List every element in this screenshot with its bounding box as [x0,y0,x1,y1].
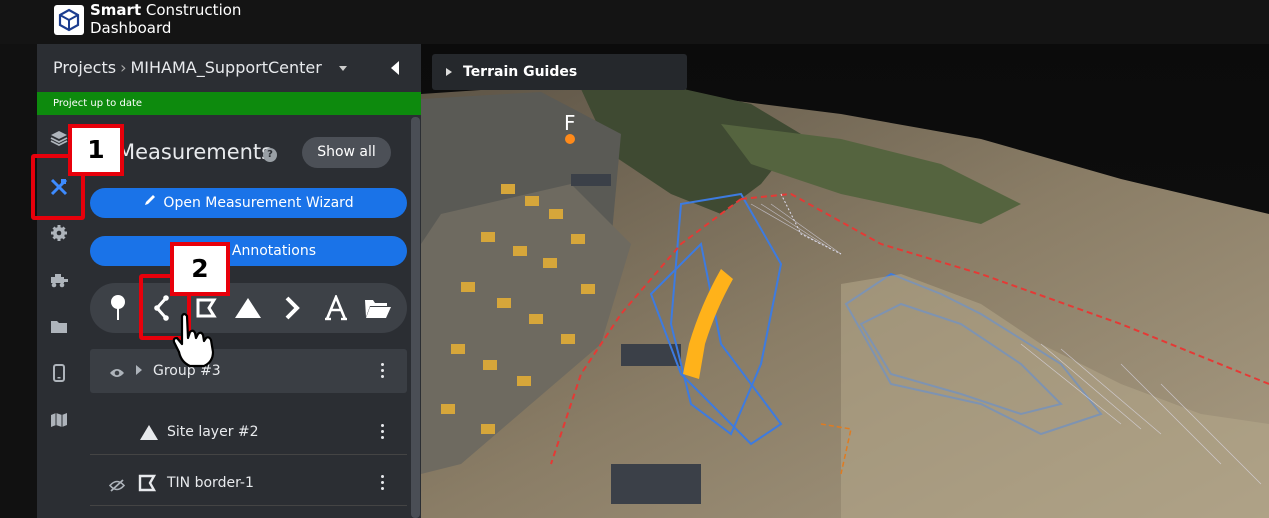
chevron-arrow-icon[interactable] [272,283,312,333]
gear-icon[interactable] [37,216,81,250]
list-item-site-layer[interactable]: Site layer #2 [90,410,407,455]
measurement-toolbar [90,283,407,333]
tin-border-icon [137,474,157,496]
measurements-title: Measurements [117,140,273,164]
expand-caret-icon[interactable] [136,365,142,375]
mobile-icon[interactable] [37,356,81,390]
pointer-hand-icon [170,312,222,372]
folder-open-icon[interactable] [358,283,398,333]
visibility-off-icon[interactable] [108,477,126,496]
callout-step-2: 2 [170,242,230,296]
project-dropdown-icon[interactable] [339,66,347,71]
machine-icon[interactable] [37,263,81,297]
status-bar: Project up to date [37,92,421,115]
breadcrumb-separator: › [120,58,127,77]
brand-name: Smart Construction [90,1,242,19]
show-all-button[interactable]: Show all [302,137,391,168]
triangle-surface-icon [139,424,159,445]
terrain-guides-label: Terrain Guides [463,64,578,80]
open-measurement-wizard-button[interactable]: Open Measurement Wizard [90,188,407,218]
point-cloud-viewport[interactable]: F [421,44,1269,518]
breadcrumb: Projects › MIHAMA_SupportCenter [53,58,322,77]
breadcrumb-root[interactable]: Projects [53,58,116,77]
point-cloud-scene: F [421,44,1269,518]
breadcrumb-project[interactable]: MIHAMA_SupportCenter [130,58,321,77]
list-item-label: TIN border-1 [167,475,254,491]
kebab-menu-icon[interactable] [381,475,385,491]
triangle-surface-icon[interactable] [228,283,268,333]
kebab-menu-icon[interactable] [381,424,385,440]
callout-step-1: 1 [68,124,124,176]
visibility-eye-icon[interactable] [109,364,125,383]
help-icon[interactable]: ? [263,148,277,162]
text-icon[interactable] [316,283,356,333]
kebab-menu-icon[interactable] [381,363,385,379]
pencil-icon [143,188,157,218]
list-item-group[interactable]: Group #3 [90,349,407,393]
collapse-panel-icon[interactable] [391,61,399,75]
logo-icon [54,5,84,35]
expand-caret-icon [446,68,452,76]
map-icon[interactable] [37,403,81,437]
wizard-label: Open Measurement Wizard [163,195,354,211]
brand-subtitle: Dashboard [90,19,172,37]
top-bar: Smart Construction Dashboard [0,0,1269,44]
list-item-tin-border[interactable]: TIN border-1 [90,461,407,506]
viewport-marker-label: F [564,111,576,135]
terrain-guides-toggle[interactable]: Terrain Guides [432,54,687,90]
folder-icon[interactable] [37,309,81,343]
panel-scrollbar[interactable] [411,117,420,518]
list-item-label: Site layer #2 [167,424,259,440]
import-annotations-button[interactable]: Import Annotations [90,236,407,266]
point-marker-icon[interactable] [98,283,138,333]
